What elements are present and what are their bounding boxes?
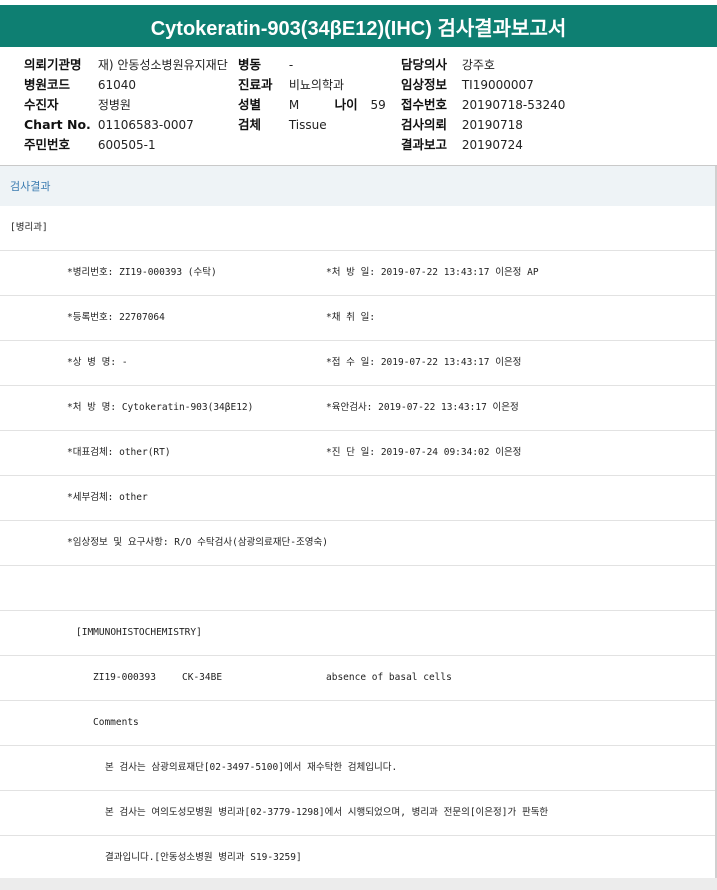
row-text: *병리번호: ZI19-000393 (수탁): [67, 267, 217, 278]
row-text: *세부검체: other: [67, 492, 148, 503]
result-row: 본 검사는 삼광의료재단[02-3497-5100]에서 재수탁한 검체입니다.: [0, 746, 717, 791]
request-date-label: 검사의뢰: [401, 117, 448, 132]
sex-age-line: 성별 M 나이 59: [238, 95, 386, 115]
dept-value: 비뇨의학과: [288, 78, 345, 92]
row-text: *임상정보 및 요구사항: R/O 수탁검사(삼광의료재단-조영숙): [67, 537, 328, 548]
row-text: *대표검체: other(RT): [67, 447, 171, 458]
result-row: *병리번호: ZI19-000393 (수탁) *처 방 일: 2019-07-…: [0, 251, 717, 296]
ihc-result: absence of basal cells: [326, 672, 452, 683]
doctor-label: 담당의사: [401, 57, 448, 72]
result-row: [IMMUNOHISTOCHEMISTRY]: [0, 611, 717, 656]
receipt-no-line: 접수번호 20190718-53240: [401, 95, 565, 115]
result-row: 본 검사는 여의도성모병원 병리과[02-3779-1298]에서 시행되었으며…: [0, 791, 717, 836]
clinical-info-line: 임상정보 TI19000007: [401, 75, 565, 95]
specimen-value: Tissue: [288, 118, 327, 132]
sex-label: 성별: [238, 97, 262, 112]
row-text: *처 방 명: Cytokeratin-903(34βE12): [67, 402, 254, 413]
chart-no-value: 01106583-0007: [97, 118, 194, 132]
resident-no-label: 주민번호: [24, 137, 71, 152]
institution-label: 의뢰기관명: [24, 57, 82, 72]
specimen-label: 검체: [238, 117, 262, 132]
result-row: [병리과]: [0, 206, 717, 251]
age-value: 59: [370, 98, 386, 112]
footer-bar: [0, 878, 717, 890]
request-date-line: 검사의뢰 20190718: [401, 115, 565, 135]
report-title: Cytokeratin-903(34βE12)(IHC) 검사결과보고서: [0, 5, 717, 47]
header-col2: 병동 - 진료과 비뇨의학과 성별 M 나이 59 검체 Tissue: [238, 55, 386, 135]
comments-label: Comments: [93, 717, 139, 728]
age-label: 나이: [334, 97, 358, 112]
resident-no-line: 주민번호 600505-1: [24, 135, 228, 155]
specimen-line: 검체 Tissue: [238, 115, 386, 135]
dept-line: 진료과 비뇨의학과: [238, 75, 386, 95]
result-row: *세부검체: other: [0, 476, 717, 521]
institution-line: 의뢰기관명 재) 안동성소병원유지재단: [24, 55, 228, 75]
row-text-right: *처 방 일: 2019-07-22 13:43:17 이은정 AP: [326, 267, 539, 278]
result-rows: [병리과] *병리번호: ZI19-000393 (수탁) *처 방 일: 20…: [0, 206, 717, 881]
row-text-right: *진 단 일: 2019-07-24 09:34:02 이은정: [326, 447, 522, 458]
clinical-info-label: 임상정보: [401, 77, 448, 92]
row-text-right: *육안검사: 2019-07-22 13:43:17 이은정: [326, 402, 519, 413]
comment-text: 본 검사는 삼광의료재단[02-3497-5100]에서 재수탁한 검체입니다.: [105, 762, 398, 773]
header-col3: 담당의사 강주호 임상정보 TI19000007 접수번호 20190718-5…: [401, 55, 565, 155]
row-text: [병리과]: [10, 222, 48, 233]
section-title: 검사결과: [10, 180, 51, 193]
report-date-line: 결과보고 20190724: [401, 135, 565, 155]
ward-line: 병동 -: [238, 55, 386, 75]
chart-no-label: Chart No.: [24, 117, 91, 132]
row-text: [IMMUNOHISTOCHEMISTRY]: [76, 627, 202, 638]
hospital-code-line: 병원코드 61040: [24, 75, 228, 95]
sex-value: M: [288, 98, 300, 112]
section-header: 검사결과: [0, 166, 717, 206]
report-page: Cytokeratin-903(34βE12)(IHC) 검사결과보고서 의뢰기…: [0, 0, 717, 890]
row-text-right: *접 수 일: 2019-07-22 13:43:17 이은정: [326, 357, 522, 368]
ward-label: 병동: [238, 57, 262, 72]
receipt-no-label: 접수번호: [401, 97, 448, 112]
report-date-label: 결과보고: [401, 137, 448, 152]
institution-value: 재) 안동성소병원유지재단: [97, 58, 228, 72]
result-row: *등록번호: 22707064 *채 취 일:: [0, 296, 717, 341]
hospital-code-label: 병원코드: [24, 77, 71, 92]
result-row: Comments: [0, 701, 717, 746]
clinical-info-value: TI19000007: [461, 78, 534, 92]
row-text: *등록번호: 22707064: [67, 312, 165, 323]
patient-label: 수진자: [24, 97, 59, 112]
row-text: *상 병 명: -: [67, 357, 128, 368]
hospital-code-value: 61040: [97, 78, 137, 92]
report-date-value: 20190724: [461, 138, 523, 152]
resident-no-value: 600505-1: [97, 138, 156, 152]
header-col1: 의뢰기관명 재) 안동성소병원유지재단 병원코드 61040 수진자 정병원 C…: [24, 55, 228, 155]
chart-no-line: Chart No. 01106583-0007: [24, 115, 228, 135]
result-row: *상 병 명: - *접 수 일: 2019-07-22 13:43:17 이은…: [0, 341, 717, 386]
result-row: *임상정보 및 요구사항: R/O 수탁검사(삼광의료재단-조영숙): [0, 521, 717, 566]
comment-text: 결과입니다.[안동성소병원 병리과 S19-3259]: [105, 852, 302, 863]
ihc-marker: CK-34BE: [182, 672, 223, 683]
row-text-right: *채 취 일:: [326, 312, 376, 323]
ward-value: -: [288, 58, 294, 72]
comment-text: 본 검사는 여의도성모병원 병리과[02-3779-1298]에서 시행되었으며…: [105, 807, 549, 818]
result-row: 결과입니다.[안동성소병원 병리과 S19-3259]: [0, 836, 717, 881]
request-date-value: 20190718: [461, 118, 523, 132]
dept-label: 진료과: [238, 77, 273, 92]
result-row-empty: [0, 566, 717, 611]
result-row: *처 방 명: Cytokeratin-903(34βE12) *육안검사: 2…: [0, 386, 717, 431]
doctor-value: 강주호: [461, 58, 495, 72]
result-row: ZI19-000393 CK-34BE absence of basal cel…: [0, 656, 717, 701]
ihc-case-no: ZI19-000393: [93, 672, 156, 683]
doctor-line: 담당의사 강주호: [401, 55, 565, 75]
patient-line: 수진자 정병원: [24, 95, 228, 115]
receipt-no-value: 20190718-53240: [461, 98, 566, 112]
result-row: *대표검체: other(RT) *진 단 일: 2019-07-24 09:3…: [0, 431, 717, 476]
patient-value: 정병원: [97, 98, 131, 112]
